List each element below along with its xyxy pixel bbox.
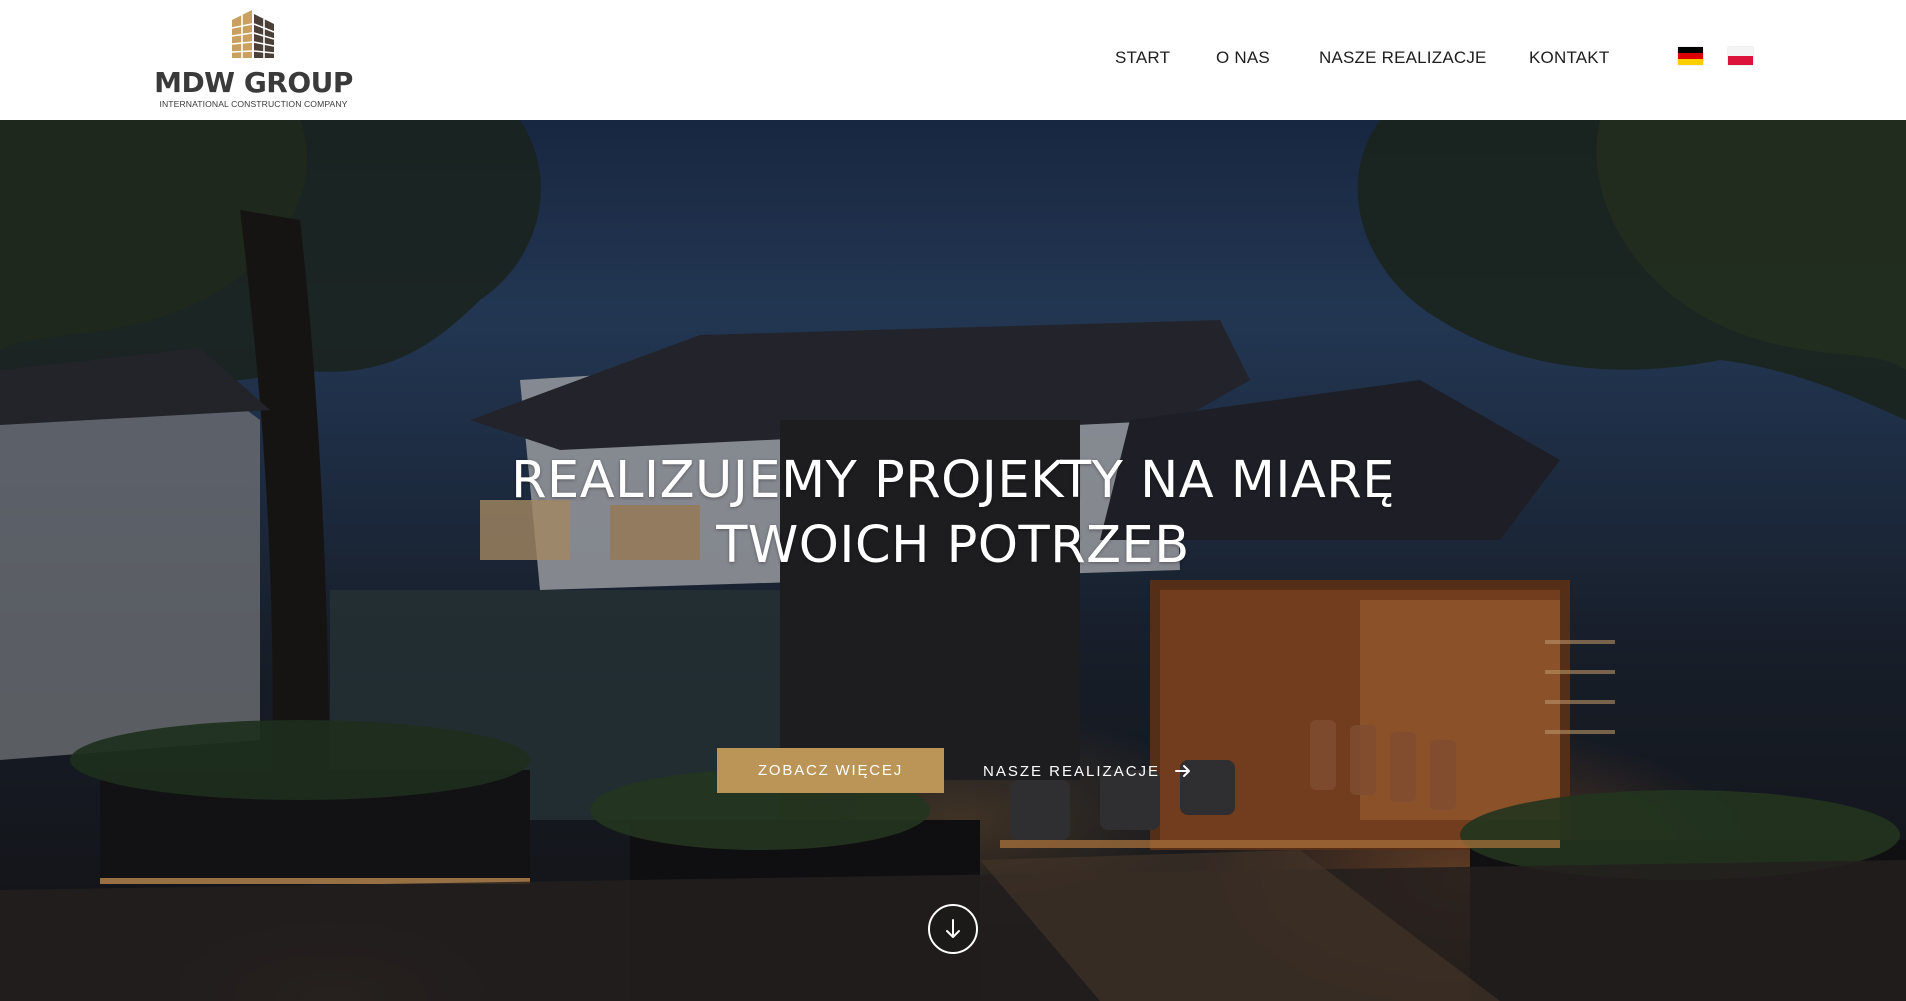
nav-item-about[interactable]: O NAS bbox=[1216, 48, 1270, 68]
hero-title-line-2: TWOICH POTRZEB bbox=[716, 516, 1190, 575]
flag-poland-icon[interactable] bbox=[1728, 47, 1753, 65]
nav-item-start[interactable]: START bbox=[1115, 48, 1170, 68]
nav-item-realizations[interactable]: NASZE REALIZACJE bbox=[1319, 48, 1487, 68]
logo-link[interactable]: MDW GROUP INTERNATIONAL CONSTRUCTION COM… bbox=[151, 6, 356, 110]
arrow-right-icon bbox=[1175, 765, 1191, 777]
our-realizations-link[interactable]: NASZE REALIZACJE bbox=[983, 758, 1192, 784]
hero-title: REALIZUJEMY PROJEKTY NA MIARĘ TWOICH POT… bbox=[353, 448, 1553, 578]
scroll-down-button[interactable] bbox=[928, 904, 978, 954]
hero-title-line-1: REALIZUJEMY PROJEKTY NA MIARĘ bbox=[511, 451, 1395, 510]
site-header: MDW GROUP INTERNATIONAL CONSTRUCTION COM… bbox=[0, 0, 1906, 120]
arrow-down-icon bbox=[946, 919, 960, 938]
our-realizations-label: NASZE REALIZACJE bbox=[983, 762, 1161, 780]
flag-germany-icon[interactable] bbox=[1678, 47, 1703, 65]
brand-tagline: INTERNATIONAL CONSTRUCTION COMPANY bbox=[159, 99, 348, 109]
hero-section: REALIZUJEMY PROJEKTY NA MIARĘ TWOICH POT… bbox=[0, 120, 1906, 1001]
building-logo-icon bbox=[231, 10, 275, 58]
see-more-button[interactable]: ZOBACZ WIĘCEJ bbox=[717, 748, 944, 793]
brand-name: MDW GROUP bbox=[154, 66, 353, 99]
nav-item-contact[interactable]: KONTAKT bbox=[1529, 48, 1609, 68]
